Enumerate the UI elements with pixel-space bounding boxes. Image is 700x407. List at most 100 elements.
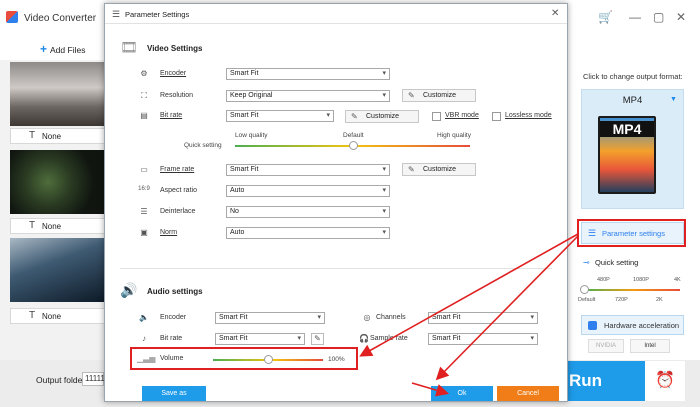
video-settings-heading: Video Settings xyxy=(147,44,203,53)
pencil-icon: ✎ xyxy=(351,112,358,121)
close-icon[interactable]: ✕ xyxy=(551,8,559,19)
resolution-customize-button[interactable]: ✎ Customize xyxy=(402,89,476,102)
bitrate-customize-button[interactable]: ✎ Customize xyxy=(345,110,419,123)
output-folder-label: Output folder: xyxy=(36,375,88,385)
audio-bitrate-icon: ♪ xyxy=(142,334,146,343)
subtitle-row[interactable]: T None xyxy=(10,128,105,144)
lossless-checkbox[interactable] xyxy=(492,112,501,121)
tick-label: 2K xyxy=(656,297,663,303)
default-quality-label: Default xyxy=(343,132,364,139)
run-button[interactable]: Run xyxy=(567,361,645,401)
intel-badge: Intel xyxy=(630,339,670,353)
video-encoder-select[interactable]: Smart Fit xyxy=(226,68,390,80)
pencil-icon: ✎ xyxy=(408,91,415,100)
volume-value: 100% xyxy=(328,356,345,363)
sample-rate-label: Sample rate xyxy=(370,335,408,342)
save-as-button[interactable]: Save as xyxy=(142,386,206,401)
quick-setting-label: Quick setting xyxy=(184,142,222,149)
app-logo-icon xyxy=(6,11,18,23)
frame-rate-select[interactable]: Smart Fit xyxy=(226,164,390,176)
format-hint: Click to change output format: xyxy=(583,72,683,81)
frame-rate-label[interactable]: Frame rate xyxy=(160,166,194,173)
aspect-ratio-select[interactable]: Auto xyxy=(226,185,390,197)
low-quality-label: Low quality xyxy=(235,132,268,139)
slider-handle[interactable] xyxy=(580,285,589,294)
video-settings-icon: 🎞 xyxy=(120,39,138,55)
resolution-icon: ⛶ xyxy=(141,91,147,100)
quality-slider-handle[interactable] xyxy=(348,141,358,150)
app-title: Video Converter xyxy=(24,13,97,24)
lossless-label[interactable]: Lossless mode xyxy=(505,112,552,119)
channels-select[interactable]: Smart Fit xyxy=(428,312,538,324)
vbr-label[interactable]: VBR mode xyxy=(445,112,479,119)
output-format-name: MP4 xyxy=(622,95,643,106)
volume-icon: ▁▃▅ xyxy=(137,354,156,363)
norm-label[interactable]: Norm xyxy=(160,229,177,236)
tick-label: 480P xyxy=(597,277,610,283)
text-icon: T xyxy=(29,130,36,141)
audio-encoder-select[interactable]: Smart Fit xyxy=(215,312,325,324)
aspect-ratio-icon: 16:9 xyxy=(138,186,150,192)
output-folder-input[interactable]: 11111 xyxy=(82,372,105,386)
frame-rate-icon: ▭ xyxy=(140,165,148,174)
video-thumbnail[interactable] xyxy=(10,150,105,214)
minimize-button[interactable]: — xyxy=(629,10,641,24)
audio-settings-heading: Audio settings xyxy=(147,287,203,296)
maximize-button[interactable]: ▢ xyxy=(653,10,664,24)
tick-label: 4K xyxy=(674,277,681,283)
audio-bitrate-select[interactable]: Smart Fit xyxy=(215,333,305,345)
sliders-icon: ☰ xyxy=(112,9,121,19)
audio-settings-icon: 🔊 xyxy=(120,282,138,298)
subtitle-row[interactable]: T None xyxy=(10,308,105,324)
cancel-button[interactable]: Cancel xyxy=(497,386,559,401)
deinterlace-select[interactable]: No xyxy=(226,206,390,218)
quick-setting-icon: ⊸ xyxy=(583,258,590,267)
video-encoder-label[interactable]: Encoder xyxy=(160,70,186,77)
aspect-ratio-label: Aspect ratio xyxy=(160,187,197,194)
quick-setting-slider[interactable] xyxy=(585,289,680,291)
hardware-acceleration-button[interactable]: Hardware acceleration xyxy=(581,315,684,335)
norm-icon: ▣ xyxy=(140,228,148,237)
bitrate-icon: ▤ xyxy=(140,111,148,120)
alarm-clock-icon[interactable]: ⏰ xyxy=(645,361,685,401)
audio-bitrate-label: Bit rate xyxy=(160,335,183,342)
resolution-select[interactable]: Keep Original xyxy=(226,90,390,102)
vbr-checkbox[interactable] xyxy=(432,112,441,121)
add-files-button[interactable]: + Add Files xyxy=(40,42,85,56)
subtitle-row[interactable]: T None xyxy=(10,218,105,234)
sample-rate-icon: 🎧 xyxy=(359,334,369,343)
channels-label: Channels xyxy=(376,314,406,321)
audio-encoder-label: Encoder xyxy=(160,314,187,321)
resolution-label: Resolution xyxy=(160,92,194,99)
deinterlace-icon: ☰ xyxy=(140,207,148,216)
dialog-title: Parameter Settings xyxy=(125,10,190,19)
video-thumbnail[interactable] xyxy=(10,62,105,126)
tick-label: 1080P xyxy=(633,277,649,283)
encoder-icon: ⚙ xyxy=(140,69,148,78)
sample-rate-select[interactable]: Smart Fit xyxy=(428,333,538,345)
deinterlace-label: Deinterlace xyxy=(160,208,196,215)
pencil-icon[interactable]: ✎ xyxy=(311,333,324,345)
video-bitrate-select[interactable]: Smart Fit xyxy=(226,110,334,122)
highlight-box xyxy=(577,219,686,247)
high-quality-label: High quality xyxy=(437,132,471,139)
text-icon: T xyxy=(29,220,36,231)
norm-select[interactable]: Auto xyxy=(226,227,390,239)
tick-label: Default xyxy=(578,297,596,303)
frame-rate-customize-button[interactable]: ✎ Customize xyxy=(402,163,476,176)
text-icon: T xyxy=(29,310,36,321)
chip-icon xyxy=(588,321,597,330)
ok-button[interactable]: Ok xyxy=(431,386,493,401)
pencil-icon: ✎ xyxy=(408,165,415,174)
volume-slider-handle[interactable] xyxy=(264,355,273,364)
video-bitrate-label[interactable]: Bit rate xyxy=(160,112,182,119)
mp4-format-icon: MP4 xyxy=(598,116,656,194)
chevron-down-icon: ▼ xyxy=(670,96,677,103)
video-thumbnail[interactable] xyxy=(10,238,105,302)
cart-icon[interactable]: 🛒 xyxy=(598,10,613,24)
close-app-button[interactable]: ✕ xyxy=(676,10,686,24)
audio-encoder-icon: 🔈 xyxy=(139,313,149,322)
tick-label: 720P xyxy=(615,297,628,303)
channels-icon: ◎ xyxy=(363,313,371,322)
nvidia-badge: NVIDIA xyxy=(588,339,624,353)
